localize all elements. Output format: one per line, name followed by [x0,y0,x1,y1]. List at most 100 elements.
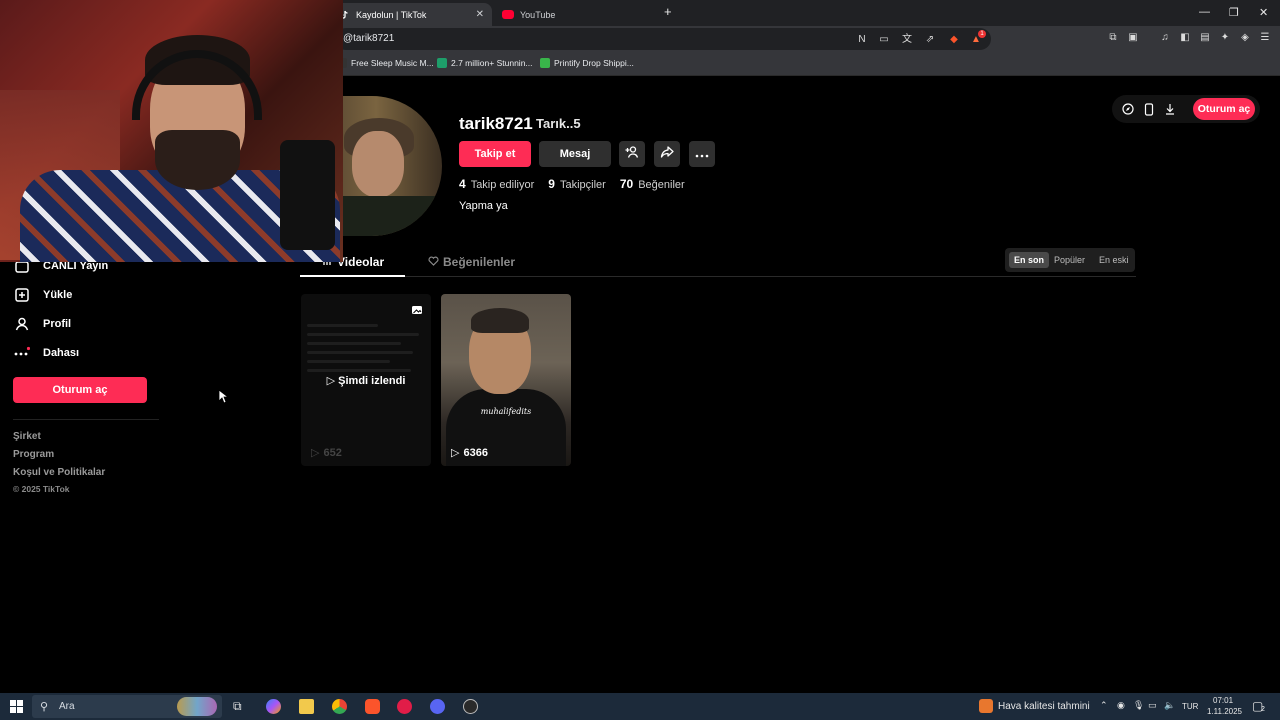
followers-label[interactable]: Takipçiler [560,179,606,191]
sidebar-divider [13,419,159,420]
microphone-icon [280,140,335,250]
copilot-icon[interactable] [266,699,281,714]
translate-icon[interactable]: 文 [900,33,914,47]
sidebar-icon[interactable]: ◧ [1178,31,1192,45]
tab-liked[interactable]: Beğenilenler [428,255,515,269]
cast-icon[interactable]: ▭ [877,33,891,47]
footer-link-program[interactable]: Program [13,449,54,460]
suggested-accounts-button[interactable] [619,141,645,167]
air-quality-icon[interactable] [979,699,993,713]
taskbar-search[interactable]: ⚲ Ara [32,695,222,718]
maximize-button[interactable]: ❐ [1229,6,1239,19]
share-profile-button[interactable] [654,141,680,167]
mobile-app-icon[interactable] [1142,102,1156,116]
sort-switcher: En son Popüler En eski [1005,248,1135,272]
brave-icon[interactable] [365,699,380,714]
wallet-icon[interactable]: ▤ [1198,31,1212,45]
profile-username: tarik8721 [459,114,533,133]
sidebar-item-more[interactable]: Dahası [14,345,79,361]
profile-stats: 4 Takip ediliyor 9 Takipçiler 70 Beğenil… [459,177,699,191]
obs-icon[interactable] [463,699,478,714]
profile-bio: Yapma ya [459,200,508,212]
weather-label[interactable]: Hava kalitesi tahmini [998,701,1090,712]
discord-icon[interactable] [430,699,445,714]
following-label[interactable]: Takip ediliyor [471,179,535,191]
clock-date[interactable]: 1.11.2025 [1207,707,1242,716]
footer-link-company[interactable]: Şirket [13,431,41,442]
mouse-cursor [218,389,230,409]
sort-popular[interactable]: Popüler [1049,252,1090,268]
media-player-icon[interactable] [397,699,412,714]
follow-button[interactable]: Takip et [459,141,531,167]
header-login-button[interactable]: Oturum aç [1193,98,1255,120]
video-card[interactable]: muhalifedits ▷ 6366 [441,294,571,466]
video-caption-overlay: muhalifedits [480,407,532,416]
bookmark-item[interactable]: 2.7 million+ Stunnin... [437,58,533,68]
tab-youtube[interactable]: YouTube [494,3,659,26]
photo-carousel-icon [411,303,423,315]
extensions-icon[interactable]: ⧉ [1106,31,1120,45]
sidebar-item-upload[interactable]: Yükle [14,287,72,303]
bookmark-item[interactable]: Free Sleep Music M... [337,58,434,68]
leo-ai-icon[interactable]: ✦ [1218,31,1232,45]
file-explorer-icon[interactable] [299,699,314,714]
notification-count: 2 [1261,706,1265,713]
sidebar-item-label: Profil [43,318,72,330]
compass-icon[interactable] [1121,102,1135,116]
chevron-up-icon[interactable]: ⌃ [1100,700,1108,711]
search-placeholder: Ara [59,701,75,712]
windows-start-icon[interactable] [10,700,23,718]
watched-overlay: ▷ Şimdi izlendi [301,374,431,387]
sort-oldest[interactable]: En eski [1094,252,1134,268]
webcam-tray-icon[interactable]: ◉ [1117,700,1125,711]
profile-icon [14,316,30,332]
task-view-icon[interactable]: ⧉ [233,699,242,714]
volume-icon[interactable]: 🔈 [1164,700,1175,711]
play-icon: ▷ [451,447,460,459]
clock-time[interactable]: 07:01 [1213,696,1233,705]
webcam-overlay [0,0,343,262]
bookmark-item[interactable]: Printify Drop Shippi... [540,58,634,68]
download-icon[interactable] [1163,102,1177,116]
close-window-button[interactable]: ✕ [1259,6,1268,19]
profile-avatar[interactable] [332,96,442,236]
video-card[interactable]: ▷ Şimdi izlendi ▷ 652 [301,294,431,466]
footer-link-terms[interactable]: Koşul ve Politikalar [13,467,105,478]
url-text: @tarik8721 [343,33,395,44]
music-icon[interactable]: ♫ [1158,31,1172,45]
sidebar-item-profile[interactable]: Profil [14,316,71,332]
video-thumbnail [307,324,425,378]
menu-icon[interactable]: ☰ [1258,31,1272,45]
avatar-shirt [332,196,442,236]
screenshot-icon[interactable]: ▣ [1126,31,1140,45]
no-tracking-icon[interactable]: N [855,33,869,47]
share-arrow-icon [660,145,674,164]
brave-shield-icon[interactable]: ◆ [947,33,961,47]
minimize-button[interactable]: — [1199,6,1210,18]
bookmark-label: 2.7 million+ Stunnin... [451,58,533,68]
mic-tray-icon[interactable]: 🎙 [1133,700,1144,711]
share-icon[interactable]: ⇗ [923,33,937,47]
language-indicator[interactable]: TUR [1182,702,1198,711]
tab-tiktok[interactable]: Kaydolun | TikTok ✕ [332,3,492,26]
message-button[interactable]: Mesaj [539,141,611,167]
webcam-beard [155,130,240,190]
close-tab-icon[interactable]: ✕ [476,9,484,20]
printify-favicon-icon [540,58,550,68]
profile-nickname: Tarık..5 [536,116,581,131]
top-actions-bar: Oturum aç [1112,95,1260,123]
vpn-shield-icon[interactable]: ◈ [1238,31,1252,45]
more-options-button[interactable] [689,141,715,167]
network-icon[interactable]: ▭ [1148,700,1157,711]
tab-label: Kaydolun | TikTok [356,9,427,20]
followers-count: 9 [548,177,555,191]
play-icon: ▷ [326,375,339,387]
view-count: ▷ 6366 [451,446,488,460]
tab-label: Beğenilenler [443,255,516,269]
new-tab-button[interactable]: + [664,4,672,19]
sidebar-login-button[interactable]: Oturum aç [13,377,147,403]
address-bar[interactable]: @tarik8721 N ▭ 文 ⇗ ◆ ▲ 1 [335,28,991,50]
sort-latest[interactable]: En son [1009,252,1050,268]
more-icon [14,345,30,361]
chrome-icon[interactable] [332,699,347,714]
